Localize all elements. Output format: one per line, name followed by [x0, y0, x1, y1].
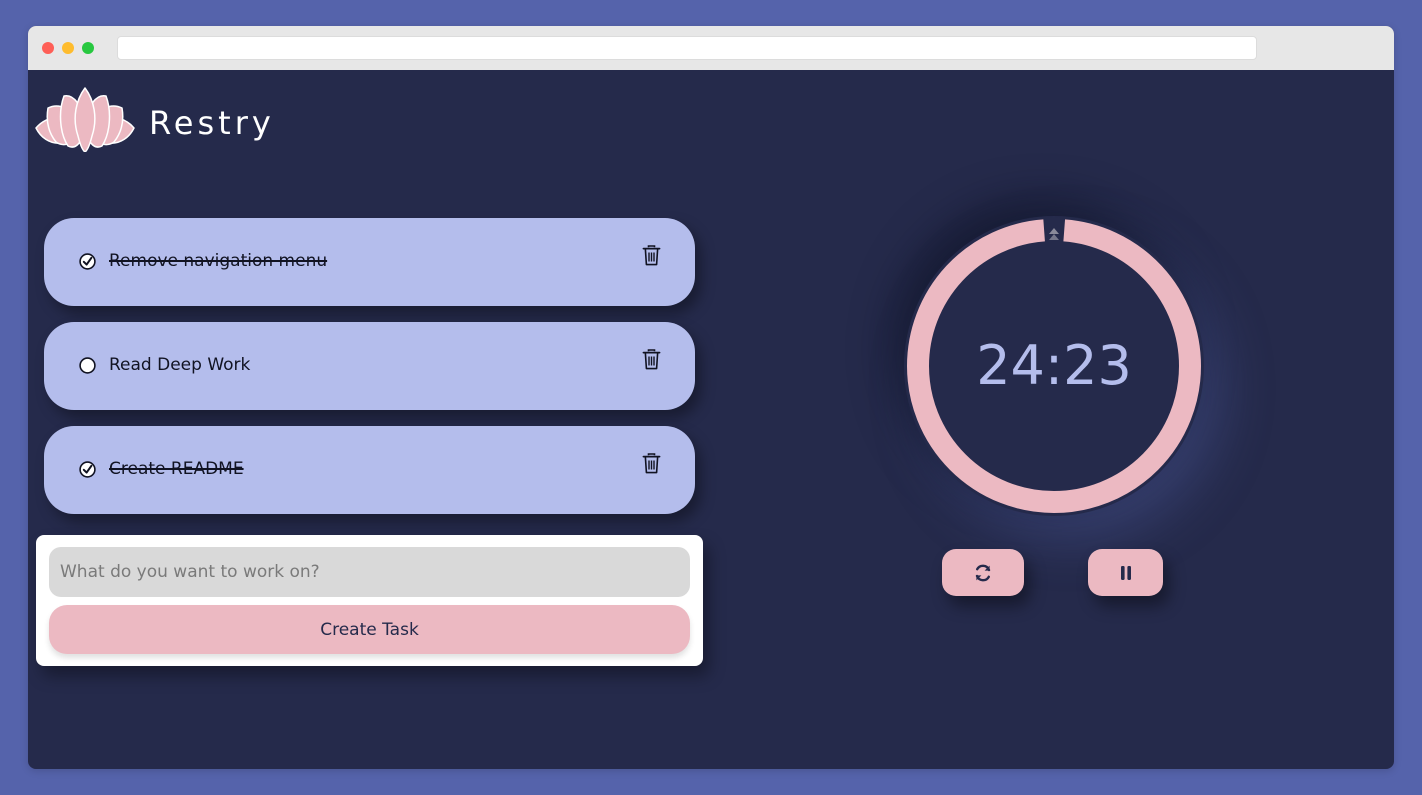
new-task-form: Create Task — [36, 535, 703, 666]
maximize-window-button[interactable] — [82, 42, 94, 54]
task-input[interactable] — [49, 547, 690, 597]
address-bar[interactable] — [117, 36, 1257, 60]
checked-circle-icon[interactable] — [79, 461, 96, 478]
checked-circle-icon[interactable] — [79, 253, 96, 270]
trash-icon[interactable] — [642, 453, 661, 474]
minimize-window-button[interactable] — [62, 42, 74, 54]
task-title: Create README — [109, 459, 244, 479]
create-task-button[interactable]: Create Task — [49, 605, 690, 654]
close-window-button[interactable] — [42, 42, 54, 54]
task-item: Remove navigation menu — [44, 218, 695, 306]
reset-timer-button[interactable] — [942, 549, 1024, 596]
timer-display: 24:23 — [976, 334, 1132, 397]
trash-icon[interactable] — [642, 245, 661, 266]
trash-icon[interactable] — [642, 349, 661, 370]
task-item: Create README — [44, 426, 695, 514]
pause-icon — [1120, 565, 1131, 580]
timer: 24:23 — [904, 216, 1204, 516]
task-title: Read Deep Work — [109, 355, 251, 375]
brand-name: Restry — [149, 104, 275, 142]
lotus-icon — [35, 87, 135, 152]
browser-titlebar — [28, 26, 1394, 70]
task-title: Remove navigation menu — [109, 251, 328, 271]
refresh-icon — [975, 564, 991, 581]
unchecked-circle-icon[interactable] — [79, 357, 96, 374]
task-item: Read Deep Work — [44, 322, 695, 410]
browser-window: Restry Remove navigation menu Read Deep W… — [28, 26, 1394, 769]
pause-timer-button[interactable] — [1088, 549, 1163, 596]
